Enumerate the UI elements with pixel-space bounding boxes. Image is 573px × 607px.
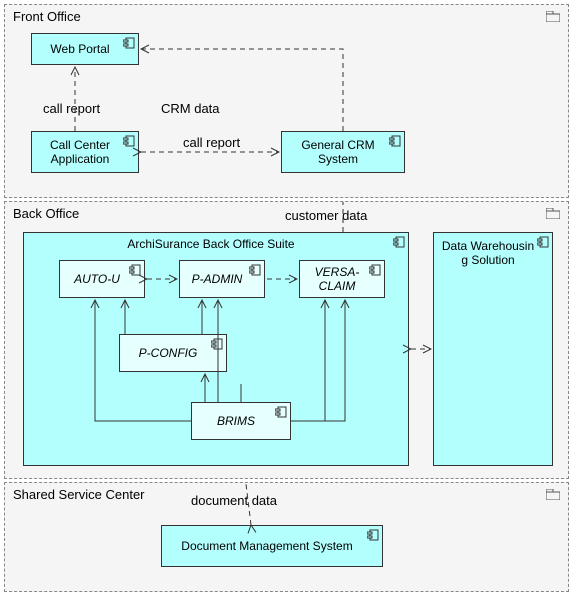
edge-label-call-report-h: call report (183, 135, 240, 150)
component-web-portal: Web Portal (31, 33, 139, 65)
component-icon (211, 338, 223, 353)
package-shared-service: Shared Service Center Document Managemen… (4, 482, 569, 592)
component-crm: General CRM System (281, 131, 405, 173)
component-icon (393, 236, 405, 251)
folder-icon (546, 208, 560, 219)
component-label: BRIMS (217, 414, 255, 428)
package-back-office: Back Office ArchiSurance Back Office Sui… (4, 201, 569, 479)
component-auto-u: AUTO-U (59, 260, 145, 298)
component-icon (129, 264, 141, 279)
component-call-center: Call Center Application (31, 131, 139, 173)
component-icon (249, 264, 261, 279)
package-title-front: Front Office (13, 9, 81, 24)
package-title-shared: Shared Service Center (13, 487, 145, 502)
component-icon (389, 135, 401, 150)
component-label: General CRM System (288, 138, 388, 166)
component-label: VERSA-CLAIM (306, 265, 368, 293)
component-label: ArchiSurance Back Office Suite (127, 237, 294, 251)
component-label: P-CONFIG (139, 346, 198, 360)
package-front-office: Front Office Web Portal Call Center Appl… (4, 4, 569, 198)
component-data-warehouse: Data Warehousin g Solution (433, 232, 553, 466)
component-icon (275, 406, 287, 421)
component-label: Data Warehousin g Solution (440, 239, 536, 267)
component-p-admin: P-ADMIN (179, 260, 265, 298)
component-brims: BRIMS (191, 402, 291, 440)
edge-label-customer-data: customer data (285, 208, 367, 223)
component-dms: Document Management System (161, 525, 383, 567)
component-label: AUTO-U (74, 272, 120, 286)
component-icon (367, 529, 379, 544)
component-versa-claim: VERSA-CLAIM (299, 260, 385, 298)
component-label: P-ADMIN (192, 272, 243, 286)
edge-label-crm-data: CRM data (161, 101, 220, 116)
component-label: Web Portal (50, 42, 109, 56)
component-icon (123, 37, 135, 52)
component-label: Document Management System (181, 539, 352, 553)
edge-label-call-report-v: call report (43, 101, 100, 116)
folder-icon (546, 11, 560, 22)
edge-label-document-data: document data (191, 493, 277, 508)
folder-icon (546, 489, 560, 500)
component-p-config: P-CONFIG (119, 334, 227, 372)
component-icon (537, 236, 549, 251)
package-title-back: Back Office (13, 206, 79, 221)
component-label: Call Center Application (38, 138, 122, 166)
component-icon (123, 135, 135, 150)
component-icon (369, 264, 381, 279)
